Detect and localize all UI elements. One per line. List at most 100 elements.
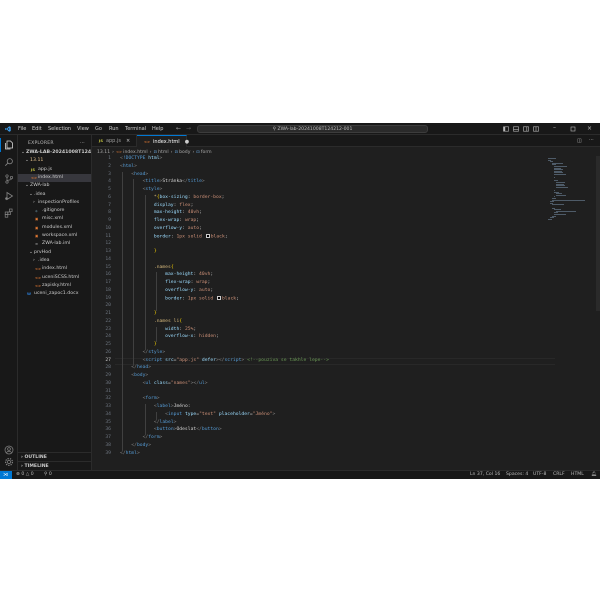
code-line[interactable]: <title>Stránka</title> <box>120 179 205 184</box>
code-line[interactable]: } <box>120 342 157 347</box>
explorer-item[interactable]: › inspectionProfiles <box>18 199 91 207</box>
explorer-item[interactable]: ▣ workspace.xml <box>18 232 91 240</box>
code-line[interactable]: overflow-x: hidden; <box>120 334 219 339</box>
code-line[interactable]: *{box-sizing: border-box; <box>120 195 225 200</box>
command-center-search[interactable]: ⚲ ZWA-lab-20241008T124212-001 <box>197 125 428 133</box>
code-line[interactable]: <script src="app.js" defer></script> <!-… <box>120 358 329 363</box>
menu-terminal[interactable]: Terminal <box>125 126 146 132</box>
problems-indicator[interactable]: ⊗ 0 △ 0 <box>16 471 34 479</box>
search-icon[interactable] <box>4 157 14 167</box>
breadcrumb-item[interactable]: body <box>179 150 190 155</box>
explorer-item[interactable]: ⌄ 13.11 <box>18 157 91 165</box>
ports-indicator[interactable]: ⚲ 0 <box>44 471 52 479</box>
encoding[interactable]: UTF-8 <box>533 471 546 479</box>
menu-run[interactable]: Run <box>109 126 119 132</box>
code-line[interactable]: <form> <box>120 396 160 401</box>
code-editor[interactable]: 1 <!DOCTYPE html> 2 <html> 3 <head> 4 <title>… <box>92 156 600 470</box>
timeline-section[interactable]: › TIMELINE <box>18 461 91 470</box>
code-line[interactable]: border: 1px solid black; <box>120 233 228 239</box>
code-line[interactable]: flex-wrap: wrap; <box>120 280 210 285</box>
tab-app-js[interactable]: JS app.js × <box>92 135 137 147</box>
forward-arrow-icon[interactable]: → <box>186 125 192 132</box>
maximize-icon[interactable] <box>570 126 576 132</box>
indentation[interactable]: Spaces: 4 <box>506 471 528 479</box>
more-actions-icon[interactable]: ··· <box>80 140 85 146</box>
outline-section[interactable]: › OUTLINE <box>18 452 91 461</box>
editor-scrollbar[interactable] <box>596 156 600 311</box>
code-line[interactable]: <html> <box>120 164 137 169</box>
settings-gear-icon[interactable] <box>4 457 14 467</box>
code-line[interactable]: </style> <box>120 350 166 355</box>
code-line[interactable]: </html> <box>120 451 140 456</box>
menu-selection[interactable]: Selection <box>48 126 71 132</box>
code-line[interactable]: max-height: 40vh; <box>120 272 213 277</box>
close-tab-icon[interactable]: × <box>126 138 130 144</box>
code-line[interactable]: } <box>120 311 157 316</box>
account-icon[interactable] <box>4 445 14 455</box>
remote-indicator-button[interactable]: ⋊ <box>0 471 12 479</box>
customize-layout-icon[interactable] <box>533 126 539 132</box>
code-line[interactable]: </body> <box>120 443 151 448</box>
language-mode[interactable]: HTML <box>571 471 584 479</box>
explorer-item[interactable]: <> uceniSCSS.html <box>18 274 91 282</box>
explorer-item[interactable]: ≡ ZWA-lab.iml <box>18 240 91 248</box>
toggle-sidebar-icon[interactable] <box>503 126 509 132</box>
code-line[interactable]: <button>Odeslat</button> <box>120 427 222 432</box>
toggle-secondary-sidebar-icon[interactable] <box>523 126 529 132</box>
code-line[interactable]: </label> <box>120 420 177 425</box>
code-line[interactable]: <style> <box>120 187 163 192</box>
code-line[interactable]: display: flex; <box>120 203 194 208</box>
code-line[interactable]: .names{ <box>120 265 174 270</box>
explorer-item[interactable]: Wuceni_zapoc1.docx <box>18 290 91 298</box>
explorer-item[interactable]: <> zapisky.html <box>18 282 91 290</box>
code-line[interactable]: <head> <box>120 172 148 177</box>
code-line[interactable]: overflow-y: auto; <box>120 288 213 293</box>
source-control-icon[interactable] <box>4 174 14 184</box>
code-line[interactable]: border: 1px solid black; <box>120 295 239 301</box>
code-line[interactable]: <ul class="names"></ul> <box>120 381 208 386</box>
explorer-item[interactable]: <> index.html <box>18 265 91 273</box>
menu-edit[interactable]: Edit <box>32 126 42 132</box>
run-debug-icon[interactable] <box>4 191 14 201</box>
code-line[interactable]: } <box>120 249 157 254</box>
code-line[interactable]: <body> <box>120 373 148 378</box>
code-line[interactable]: </head> <box>120 365 151 370</box>
menu-go[interactable]: Go <box>95 126 102 132</box>
split-editor-icon[interactable]: ◫ <box>577 138 582 144</box>
explorer-item[interactable]: <> index.html <box>18 173 91 182</box>
breadcrumb-item[interactable]: 13.11 <box>97 150 110 155</box>
menu-help[interactable]: Help <box>152 126 163 132</box>
unsaved-dot-icon[interactable]: ● <box>185 139 189 145</box>
explorer-item[interactable]: JS app.js <box>18 166 91 174</box>
explorer-item[interactable]: ▣ misc.xml <box>18 215 91 223</box>
explorer-files-icon[interactable] <box>4 140 14 150</box>
cursor-position[interactable]: Ln 37, Col 16 <box>470 471 500 479</box>
minimize-icon[interactable]: – <box>553 124 559 131</box>
extensions-icon[interactable] <box>4 208 14 218</box>
menu-file[interactable]: File <box>18 126 26 132</box>
explorer-item[interactable]: ⌄ ZWA-lab <box>18 182 91 190</box>
line-endings[interactable]: CRLF <box>553 471 565 479</box>
breadcrumb-item[interactable]: index.html <box>123 150 148 155</box>
code-line[interactable]: flex-wrap: wrap; <box>120 218 199 223</box>
back-arrow-icon[interactable]: ← <box>176 125 182 132</box>
code-line[interactable]: width: 25%; <box>120 327 196 332</box>
toggle-panel-icon[interactable] <box>513 126 519 132</box>
explorer-item[interactable]: ⌄ZWA-LAB-20241008T1242... <box>18 149 91 157</box>
code-line[interactable]: </form> <box>120 435 163 440</box>
code-line[interactable]: <!DOCTYPE html> <box>120 156 162 161</box>
more-actions-icon[interactable]: ··· <box>589 137 594 143</box>
explorer-item[interactable]: › .idea <box>18 257 91 265</box>
code-line[interactable]: .names li{ <box>120 319 182 324</box>
minimap[interactable] <box>545 156 600 470</box>
code-line[interactable]: overflow-y: auto; <box>120 226 202 231</box>
breadcrumb-item[interactable]: html <box>158 150 168 155</box>
breadcrumb-item[interactable]: form <box>201 150 212 155</box>
explorer-item[interactable]: ⌄ .idea <box>18 191 91 199</box>
code-line[interactable]: max-height: 40vh; <box>120 210 202 215</box>
explorer-item[interactable]: ⌄ prvHod <box>18 249 91 257</box>
explorer-item[interactable]: ◆ .gitignore <box>18 207 91 215</box>
close-window-icon[interactable]: × <box>587 125 593 132</box>
code-line[interactable]: <label>Jméno: <box>120 404 191 409</box>
notifications-bell-icon[interactable]: 🔔︎ <box>591 471 597 479</box>
